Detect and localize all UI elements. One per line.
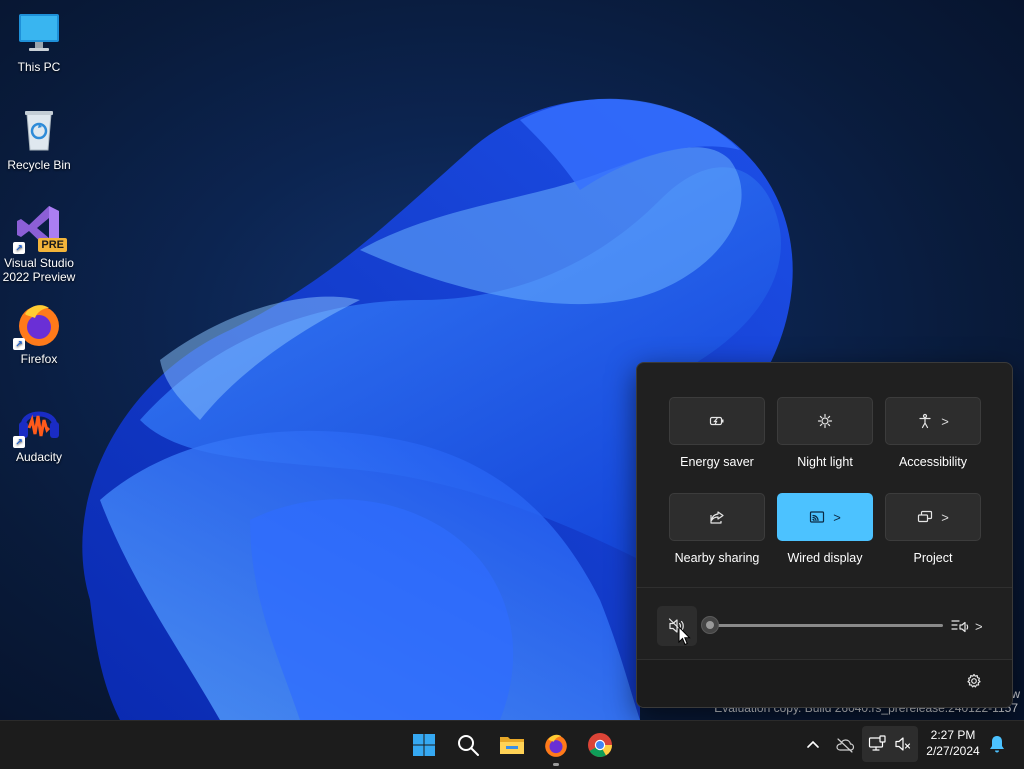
speaker-muted-icon [895, 737, 911, 751]
wired-display-toggle[interactable]: > [777, 493, 873, 541]
onedrive-tray-button[interactable] [833, 733, 857, 757]
visual-studio-icon: PRE ↗ [13, 204, 67, 254]
shortcut-arrow-icon: ↗ [13, 242, 25, 254]
desktop-icon-label: Recycle Bin [7, 158, 71, 172]
desktop-icon-visual-studio[interactable]: PRE ↗ Visual Studio 2022 Preview [0, 204, 78, 284]
volume-slider-track[interactable] [711, 624, 943, 627]
taskbar-file-explorer[interactable] [496, 729, 528, 761]
notifications-button[interactable] [988, 734, 1006, 759]
shortcut-arrow-icon: ↗ [13, 436, 25, 448]
tile-night-light: Night light [777, 397, 873, 469]
project-icon [918, 510, 933, 523]
audacity-icon: ↗ [13, 398, 63, 448]
nearby-sharing-toggle[interactable] [669, 493, 765, 541]
volume-slider-thumb[interactable] [701, 616, 719, 634]
start-button[interactable] [408, 729, 440, 761]
desktop-icon-this-pc[interactable]: This PC [0, 8, 78, 74]
cast-icon [810, 511, 825, 523]
tile-label: Wired display [787, 551, 863, 565]
tile-energy-saver: Energy saver [669, 397, 765, 469]
taskbar-chrome[interactable] [584, 729, 616, 761]
share-icon [710, 511, 724, 524]
monitor-icon [15, 8, 63, 56]
settings-button[interactable] [966, 673, 982, 694]
desktop-icon-recycle-bin[interactable]: Recycle Bin [0, 106, 78, 172]
running-indicator [553, 763, 559, 766]
chevron-right-icon[interactable]: > [975, 620, 983, 633]
audio-output-icon [951, 620, 969, 633]
tile-label: Energy saver [680, 455, 754, 469]
night-light-icon [817, 413, 833, 429]
project-toggle[interactable]: > [885, 493, 981, 541]
cloud-offline-icon [836, 738, 855, 753]
tile-wired-display: > Wired display [777, 493, 873, 565]
network-wired-icon [868, 735, 886, 751]
desktop-icon-audacity[interactable]: ↗ Audacity [0, 398, 78, 464]
audio-output-selector[interactable]: > [951, 617, 983, 635]
firefox-icon: ↗ [13, 300, 63, 350]
show-hidden-icons-button[interactable] [801, 733, 825, 757]
gear-icon [967, 673, 981, 688]
tile-project: > Project [885, 493, 981, 565]
tile-nearby-sharing: Nearby sharing [669, 493, 765, 565]
clock-date: 2/27/2024 [926, 744, 980, 758]
start-icon [413, 734, 435, 756]
taskbar-search-button[interactable] [452, 729, 484, 761]
tile-label: Project [913, 551, 953, 565]
night-light-toggle[interactable] [777, 397, 873, 445]
preview-badge: PRE [38, 238, 67, 252]
desktop-icon-firefox[interactable]: ↗ Firefox [0, 300, 78, 366]
firefox-icon [545, 734, 567, 757]
chrome-icon [588, 733, 612, 758]
shortcut-arrow-icon: ↗ [13, 338, 25, 350]
chevron-right-icon[interactable]: > [833, 511, 841, 524]
network-volume-tray-button[interactable] [862, 726, 918, 762]
tile-accessibility: > Accessibility [885, 397, 981, 469]
quick-settings-footer [637, 659, 1012, 707]
taskbar-firefox[interactable] [540, 729, 572, 766]
mouse-cursor-icon [678, 626, 691, 646]
desktop-icon-label: This PC [17, 60, 61, 74]
chevron-right-icon[interactable]: > [941, 511, 949, 524]
chevron-up-icon [807, 740, 819, 748]
taskbar-clock[interactable]: 2:27 PM 2/27/2024 [920, 727, 986, 759]
clock-time: 2:27 PM [930, 728, 976, 742]
energy-saver-icon [709, 416, 724, 426]
search-icon [458, 735, 479, 756]
desktop-icon-label: Firefox [20, 352, 58, 366]
tile-label: Night light [797, 455, 853, 469]
recycle-bin-icon [15, 106, 63, 154]
accessibility-toggle[interactable]: > [885, 397, 981, 445]
desktop-icon-label: Audacity [15, 450, 63, 464]
chevron-right-icon[interactable]: > [941, 415, 949, 428]
panel-divider [637, 587, 1012, 588]
bell-icon [990, 736, 1004, 753]
quick-settings-panel: Energy saver Night light > Accessibility… [636, 362, 1013, 708]
desktop-icon-label: Visual Studio 2022 Preview [2, 256, 76, 284]
tile-label: Accessibility [898, 455, 968, 469]
tile-label: Nearby sharing [674, 551, 760, 565]
file-explorer-icon [500, 737, 524, 754]
energy-saver-toggle[interactable] [669, 397, 765, 445]
accessibility-icon [919, 413, 931, 429]
